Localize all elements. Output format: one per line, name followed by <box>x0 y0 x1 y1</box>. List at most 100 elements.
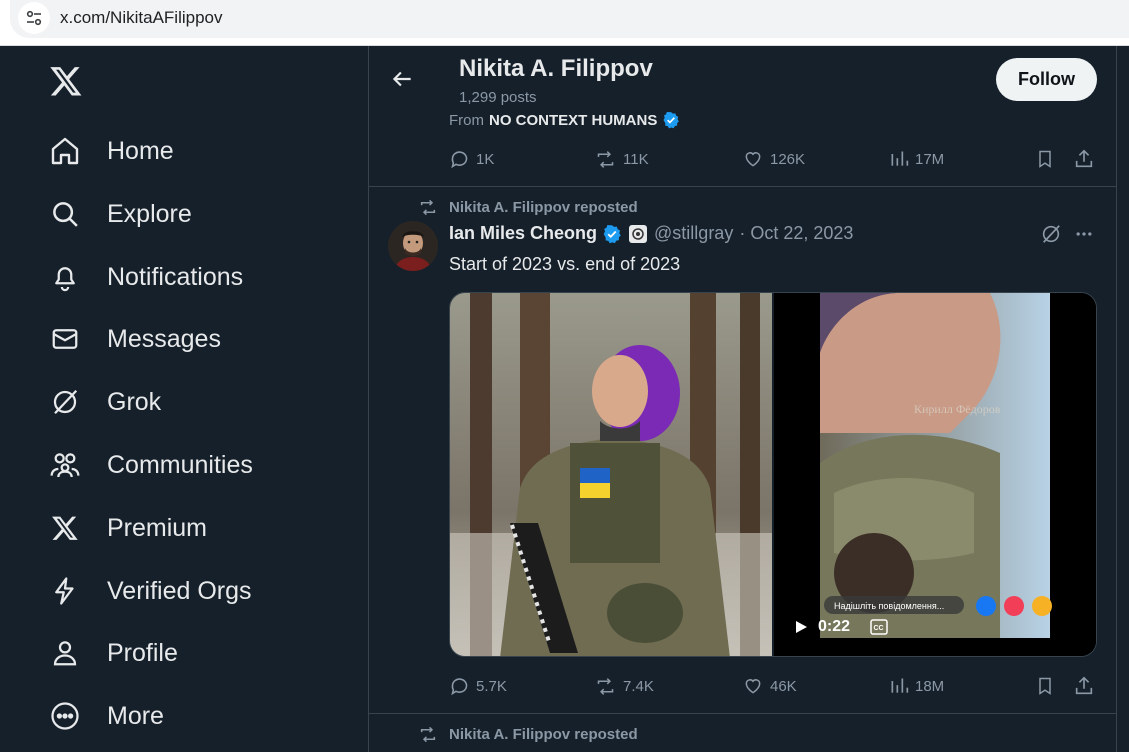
search-icon <box>48 197 82 231</box>
svg-text:CC: CC <box>874 625 884 632</box>
tweet-date[interactable]: · Oct 22, 2023 <box>739 223 853 244</box>
play-icon[interactable] <box>794 620 808 634</box>
reply-icon <box>451 677 468 695</box>
views-button[interactable]: 18M <box>889 676 944 696</box>
repost-icon <box>597 677 614 695</box>
grok-icon[interactable] <box>1040 223 1062 250</box>
sidebar-item-home[interactable]: Home <box>48 126 174 176</box>
repost-icon <box>420 199 436 216</box>
grok-icon <box>48 385 82 419</box>
tweet-actions: 1K 11K 126K 17M <box>449 144 1099 174</box>
communities-icon <box>48 448 82 482</box>
more-options-icon[interactable] <box>1073 224 1095 249</box>
affiliate-badge-icon <box>629 224 648 243</box>
sidebar-item-label: Premium <box>107 513 208 542</box>
share-icon[interactable] <box>1073 148 1095 170</box>
tweet-author-row: Ian Miles Cheong @stillgray · Oct 22, 20… <box>449 223 853 244</box>
view-count: 17M <box>915 150 945 168</box>
video-controls: 0:22 CC <box>794 618 888 636</box>
divider <box>369 186 1116 187</box>
repost-indicator: Nikita A. Filippov reposted <box>417 198 638 217</box>
tweet-media[interactable]: Кирилл Фёдоров Надішліть повідомлення...… <box>449 292 1097 657</box>
sidebar: Home Explore Notifications Messages Grok… <box>0 46 368 752</box>
more-circle-icon <box>48 699 82 733</box>
bookmark-icon[interactable] <box>1035 148 1055 170</box>
tweet-text: Start of 2023 vs. end of 2023 <box>449 254 681 274</box>
verified-badge-icon <box>663 111 680 129</box>
profile-name: Nikita A. Filippov <box>459 55 653 82</box>
url-text[interactable]: x.com/NikitaAFilippov <box>60 8 223 28</box>
author-handle[interactable]: @stillgray <box>654 223 733 244</box>
avatar[interactable] <box>388 221 438 271</box>
reply-button[interactable]: 5.7K <box>449 676 507 697</box>
like-button[interactable]: 46K <box>742 676 797 696</box>
sidebar-item-premium[interactable]: Premium <box>48 503 207 553</box>
tweet-photo[interactable] <box>450 293 772 656</box>
sidebar-item-messages[interactable]: Messages <box>48 314 221 364</box>
divider <box>1116 46 1117 752</box>
repost-count: 11K <box>623 150 649 168</box>
views-button[interactable]: 17M <box>889 149 944 169</box>
sidebar-item-label: Notifications <box>107 262 244 291</box>
analytics-icon <box>891 678 909 693</box>
x-logo-icon <box>48 511 82 545</box>
analytics-icon <box>891 151 909 166</box>
share-icon[interactable] <box>1073 675 1095 697</box>
repost-label[interactable]: Nikita A. Filippov reposted <box>449 726 638 743</box>
sidebar-item-grok[interactable]: Grok <box>48 377 161 427</box>
sidebar-item-label: Profile <box>107 638 178 667</box>
lightning-icon <box>48 574 82 608</box>
repost-icon <box>597 150 614 168</box>
repost-label[interactable]: Nikita A. Filippov reposted <box>449 199 638 216</box>
heart-icon <box>745 152 761 167</box>
like-count: 46K <box>770 677 797 695</box>
sidebar-item-label: Grok <box>107 387 162 416</box>
tweet-actions: 5.7K 7.4K 46K 18M <box>449 671 1099 701</box>
author-name[interactable]: Ian Miles Cheong <box>449 223 597 244</box>
from-prefix: From <box>449 111 484 129</box>
sidebar-item-label: Messages <box>107 324 221 353</box>
sidebar-item-more[interactable]: More <box>48 691 164 741</box>
sidebar-item-profile[interactable]: Profile <box>48 628 178 678</box>
home-icon <box>48 134 82 168</box>
repost-count: 7.4K <box>623 677 654 695</box>
reply-button[interactable]: 1K <box>449 149 494 170</box>
captions-icon[interactable]: CC <box>870 619 888 635</box>
back-arrow-icon[interactable] <box>389 66 415 92</box>
verified-badge-icon <box>603 224 621 243</box>
browser-address-bar: x.com/NikitaAFilippov <box>0 0 1129 46</box>
follow-button[interactable]: Follow <box>996 58 1097 101</box>
video-overlay-text: Надішліть повідомлення... <box>834 601 944 611</box>
repost-indicator: Nikita A. Filippov reposted <box>417 725 638 744</box>
sidebar-item-label: Verified Orgs <box>107 576 252 605</box>
tweet-video[interactable]: Кирилл Фёдоров Надішліть повідомлення...… <box>774 293 1096 656</box>
sidebar-item-label: More <box>107 701 164 730</box>
person-icon <box>48 636 82 670</box>
from-line: From NO CONTEXT HUMANS <box>449 111 680 129</box>
heart-icon <box>745 679 761 694</box>
like-button[interactable]: 126K <box>742 149 805 169</box>
sidebar-item-verified-orgs[interactable]: Verified Orgs <box>48 566 252 616</box>
video-duration: 0:22 <box>818 618 851 635</box>
sidebar-item-label: Communities <box>107 450 253 479</box>
reply-icon <box>451 150 468 168</box>
bell-icon <box>48 260 82 294</box>
post-count: 1,299 posts <box>459 89 537 106</box>
sidebar-item-communities[interactable]: Communities <box>48 440 253 490</box>
divider <box>369 713 1116 714</box>
from-account[interactable]: NO CONTEXT HUMANS <box>489 112 657 129</box>
sidebar-item-label: Home <box>107 136 174 165</box>
x-logo-icon[interactable] <box>49 64 85 100</box>
sidebar-item-explore[interactable]: Explore <box>48 189 192 239</box>
repost-icon <box>420 726 436 743</box>
sidebar-item-label: Explore <box>107 199 192 228</box>
bookmark-icon[interactable] <box>1035 675 1055 697</box>
main-timeline: Nikita A. Filippov 1,299 posts Follow Fr… <box>369 46 1116 752</box>
view-count: 18M <box>915 677 945 695</box>
video-watermark: Кирилл Фёдоров <box>914 402 1001 416</box>
repost-button[interactable]: 11K <box>594 149 649 170</box>
like-count: 126K <box>770 150 806 168</box>
site-settings-icon[interactable] <box>18 2 50 34</box>
repost-button[interactable]: 7.4K <box>594 676 654 697</box>
sidebar-item-notifications[interactable]: Notifications <box>48 252 243 302</box>
